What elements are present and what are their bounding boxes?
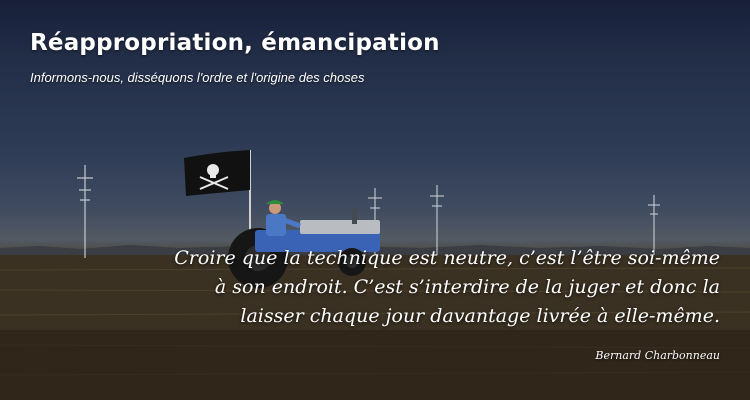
quote-block: Croire que la technique est neutre, c’es… <box>120 244 720 331</box>
field-shadow <box>0 330 750 400</box>
quote-line: laisser chaque jour davantage livrée à e… <box>240 305 720 327</box>
quote-author: Bernard Charbonneau <box>595 349 720 362</box>
quote-line: à son endroit. C’est s’interdire de la j… <box>214 276 720 298</box>
header-banner: Réappropriation, émancipation Informons-… <box>0 0 750 400</box>
quote-line: Croire que la technique est neutre, c’es… <box>174 247 720 269</box>
power-pylon <box>77 165 93 258</box>
pirate-flag <box>184 150 251 232</box>
site-tagline: Informons-nous, disséquons l'ordre et l'… <box>30 70 365 85</box>
site-header: Réappropriation, émancipation Informons-… <box>30 30 720 85</box>
site-title[interactable]: Réappropriation, émancipation <box>30 30 720 56</box>
